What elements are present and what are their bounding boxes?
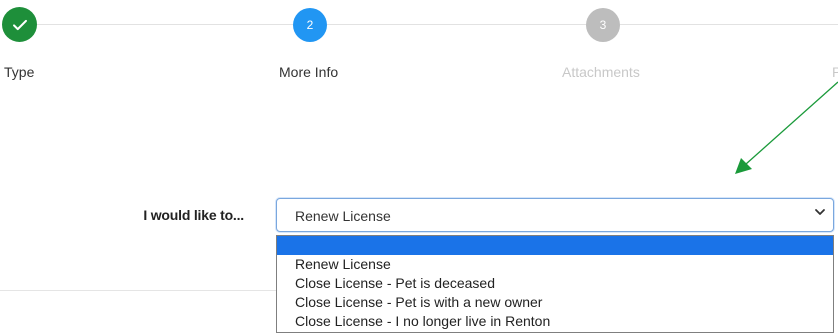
step-label-truncated: P [832,64,838,80]
step-3-circle: 3 [586,8,620,42]
chevron-down-icon [815,209,825,215]
dropdown-option[interactable]: Renew License [277,255,833,274]
dropdown-option-blank[interactable] [277,236,833,255]
dropdown-option[interactable]: Close License - Pet is with a new owner [277,293,833,312]
stepper-line [327,24,586,25]
step-2-circle: 2 [293,8,327,42]
progress-stepper: 2 3 Type More Info Attachments P [0,0,838,90]
stepper-line [620,24,838,25]
section-divider [0,290,276,291]
dropdown-option[interactable]: Close License - I no longer live in Rent… [277,312,833,331]
would-like-to-label: I would like to... [143,207,244,223]
checkmark-icon [12,19,27,30]
step-label-attachments: Attachments [562,64,640,80]
select-current-value: Renew License [295,208,391,224]
dropdown-option[interactable]: Close License - Pet is deceased [277,274,833,293]
action-select[interactable]: Renew License [276,198,834,232]
action-dropdown-list: Renew License Close License - Pet is dec… [276,235,834,333]
step-label-type: Type [4,64,35,80]
step-label-more-info: More Info [279,64,339,80]
step-1-complete-circle [2,7,37,42]
stepper-line [37,24,293,25]
